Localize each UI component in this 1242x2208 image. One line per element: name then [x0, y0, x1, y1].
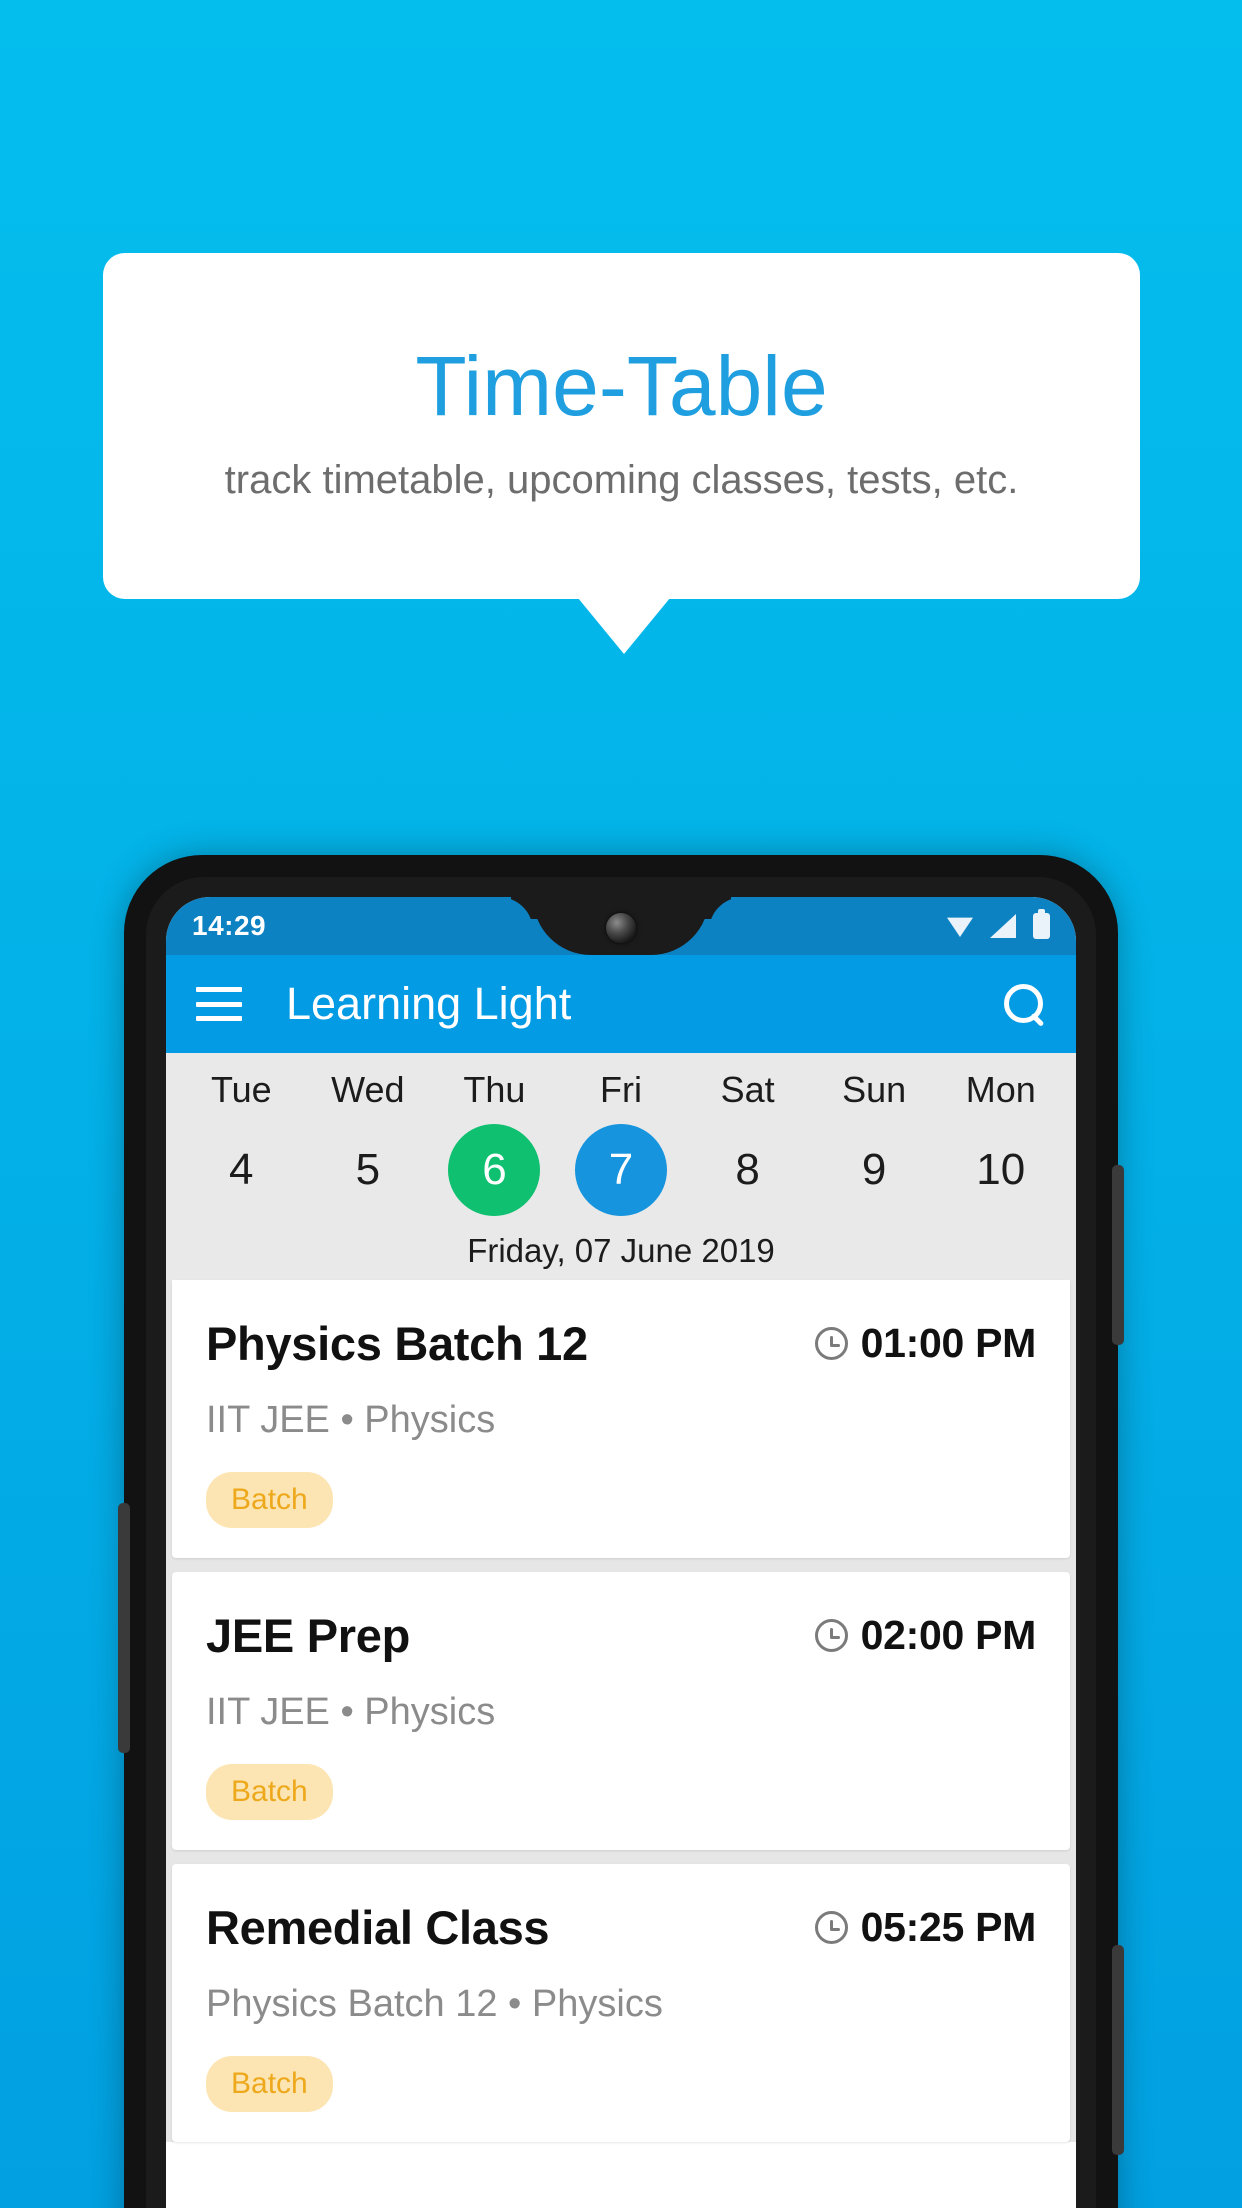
day-name: Tue: [210, 1069, 272, 1110]
phone-power-button[interactable]: [1112, 1165, 1124, 1345]
event-card[interactable]: Physics Batch 12 01:00 PM IIT JEE • Phys…: [172, 1279, 1070, 1558]
event-card-header: Physics Batch 12 01:00 PM: [206, 1316, 1036, 1371]
selected-full-date: Friday, 07 June 2019: [467, 1231, 775, 1269]
day-number: 8: [735, 1144, 760, 1194]
promo-subtitle: track timetable, upcoming classes, tests…: [224, 458, 1019, 503]
search-icon[interactable]: [1002, 982, 1046, 1026]
timetable-event-list[interactable]: Physics Batch 12 01:00 PM IIT JEE • Phys…: [166, 1279, 1076, 2142]
day-column-sat[interactable]: Sat 8: [684, 1067, 811, 1216]
signal-icon: [990, 914, 1016, 938]
event-time: 02:00 PM: [860, 1611, 1037, 1658]
status-bar-clock: 14:29: [192, 910, 267, 941]
day-name: Sun: [842, 1069, 907, 1110]
wifi-icon: [947, 917, 973, 937]
event-type-chip: Batch: [206, 1471, 333, 1528]
clock-icon: [814, 1618, 848, 1652]
app-bar: Learning Light: [166, 955, 1076, 1053]
week-date-strip: Tue 4 Wed 5 Thu 6 Fri 7 Sat 8 Sun 9 Mon …: [166, 1053, 1076, 1280]
phone-screen: 14:29 Learning Light Tue 4 Wed 5 Thu 6 F…: [166, 897, 1076, 2208]
event-time-group: 02:00 PM: [814, 1611, 1037, 1659]
day-column-mon[interactable]: Mon 10: [937, 1067, 1064, 1216]
event-time: 01:00 PM: [860, 1319, 1037, 1366]
day-number: 5: [355, 1144, 381, 1194]
phone-device-frame: 14:29 Learning Light Tue 4 Wed 5 Thu 6 F…: [118, 855, 1124, 2208]
day-number: 10: [976, 1144, 1026, 1194]
day-column-sun[interactable]: Sun 9: [811, 1067, 938, 1216]
event-card-header: JEE Prep 02:00 PM: [206, 1608, 1036, 1663]
event-subtitle: IIT JEE • Physics: [206, 1690, 496, 1733]
front-camera-icon: [606, 913, 636, 943]
day-number: 4: [229, 1144, 254, 1194]
hamburger-menu-icon[interactable]: [196, 987, 242, 1021]
event-title: Physics Batch 12: [206, 1316, 588, 1370]
phone-right-volume-button[interactable]: [1112, 1945, 1124, 2155]
day-column-fri[interactable]: Fri 7: [558, 1067, 685, 1216]
clock-icon: [814, 1326, 848, 1360]
promo-title: Time-Table: [415, 338, 828, 433]
week-days-row: Tue 4 Wed 5 Thu 6 Fri 7 Sat 8 Sun 9 Mon …: [166, 1067, 1076, 1216]
day-number: 9: [861, 1144, 887, 1194]
clock-icon: [814, 1910, 848, 1944]
day-name: Thu: [463, 1069, 526, 1110]
day-column-thu[interactable]: Thu 6: [431, 1067, 558, 1216]
event-time-group: 05:25 PM: [814, 1903, 1037, 1951]
status-bar: 14:29: [166, 897, 1076, 955]
event-subtitle: IIT JEE • Physics: [206, 1398, 496, 1441]
promo-callout-bubble: Time-Table track timetable, upcoming cla…: [103, 253, 1140, 599]
day-name: Fri: [600, 1069, 643, 1110]
day-name: Sat: [720, 1069, 775, 1110]
event-type-chip: Batch: [206, 1763, 333, 1820]
promo-bubble-tail: [578, 598, 670, 654]
app-bar-title: Learning Light: [286, 978, 572, 1029]
event-title: JEE Prep: [206, 1608, 410, 1662]
day-column-tue[interactable]: Tue 4: [178, 1067, 305, 1216]
status-bar-icons: [947, 909, 1050, 939]
day-number-selected: 7: [575, 1123, 668, 1216]
day-number-today: 6: [448, 1123, 541, 1216]
event-time-group: 01:00 PM: [814, 1319, 1037, 1367]
event-title: Remedial Class: [206, 1900, 550, 1954]
event-card[interactable]: JEE Prep 02:00 PM IIT JEE • Physics Batc…: [172, 1571, 1070, 1850]
day-name: Wed: [331, 1069, 405, 1110]
event-type-chip: Batch: [206, 2055, 333, 2112]
promo-screenshot-stage: Time-Table track timetable, upcoming cla…: [0, 0, 1242, 2208]
battery-icon: [1033, 909, 1050, 939]
event-subtitle: Physics Batch 12 • Physics: [206, 1982, 663, 2025]
day-column-wed[interactable]: Wed 5: [305, 1067, 432, 1216]
event-time: 05:25 PM: [860, 1903, 1037, 1950]
event-card[interactable]: Remedial Class 05:25 PM Physics Batch 12…: [172, 1863, 1070, 2142]
phone-left-volume-button[interactable]: [118, 1503, 130, 1753]
event-card-header: Remedial Class 05:25 PM: [206, 1900, 1036, 1955]
day-name: Mon: [965, 1069, 1036, 1110]
